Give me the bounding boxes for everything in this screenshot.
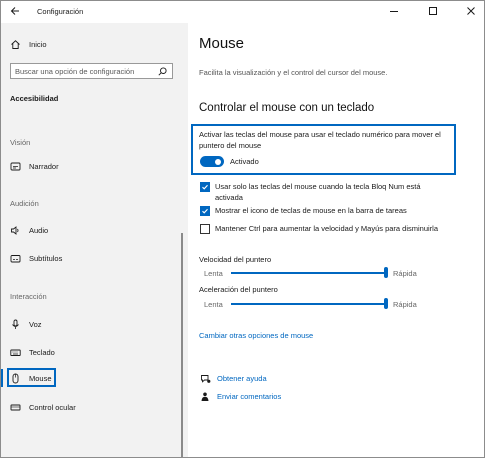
group-label-interaccion: Interacción xyxy=(10,292,47,301)
narrator-icon xyxy=(10,161,21,172)
speaker-icon xyxy=(10,225,21,236)
slider-max-label: Rápida xyxy=(393,269,417,278)
help-chat-icon xyxy=(200,373,211,384)
sidebar-item-teclado[interactable]: Teclado xyxy=(10,345,55,359)
feedback-icon xyxy=(200,391,211,402)
close-icon[interactable] xyxy=(464,4,478,18)
search-box[interactable] xyxy=(10,63,173,79)
more-mouse-options-link[interactable]: Cambiar otras opciones de mouse xyxy=(199,331,313,340)
send-feedback-link[interactable]: Enviar comentarios xyxy=(217,392,281,401)
section-heading: Controlar el mouse con un teclado xyxy=(199,102,375,114)
slider-max-label: Rápida xyxy=(393,300,417,309)
search-input[interactable] xyxy=(15,66,155,76)
check-icon xyxy=(202,184,208,190)
page-description: Facilita la visualización y el control d… xyxy=(199,68,388,77)
sidebar-item-voz[interactable]: Voz xyxy=(10,317,42,331)
slider-label-speed: Velocidad del puntero xyxy=(199,255,272,264)
acceleration-slider-track[interactable] xyxy=(231,303,386,305)
speed-slider-track[interactable] xyxy=(231,272,386,274)
page-title: Mouse xyxy=(199,35,245,52)
toggle-description: Activar las teclas del mouse para usar e… xyxy=(199,130,441,150)
mouse-icon xyxy=(10,373,21,384)
sidebar-item-narrador[interactable]: Narrador xyxy=(10,159,59,173)
group-label-audicion: Audición xyxy=(10,199,39,208)
settings-window: Configuración Inicio Accesibilidad Visió… xyxy=(0,0,485,458)
maximize-icon[interactable] xyxy=(426,4,440,18)
app-title: Configuración xyxy=(37,7,84,16)
sidebar-item-label: Teclado xyxy=(29,347,55,357)
sidebar-item-subtitulos[interactable]: Subtítulos xyxy=(10,251,62,265)
sidebar-item-audio[interactable]: Audio xyxy=(10,223,48,237)
slider-min-label: Lenta xyxy=(204,269,223,278)
checkbox-label: Usar solo las teclas del mouse cuando la… xyxy=(215,182,421,202)
microphone-icon xyxy=(10,319,21,330)
sidebar-item-label: Mouse xyxy=(29,373,52,383)
sidebar: Inicio Accesibilidad Visión Narrador Aud… xyxy=(1,23,188,457)
check-icon xyxy=(202,208,208,214)
checkbox-label: Mostrar el icono de teclas de mouse en l… xyxy=(215,206,407,215)
home-icon xyxy=(10,39,21,50)
toggle-state-label: Activado xyxy=(230,157,259,166)
eye-icon xyxy=(10,402,21,413)
slider-min-label: Lenta xyxy=(204,300,223,309)
sidebar-item-control-ocular[interactable]: Control ocular xyxy=(10,400,76,414)
toggle-knob xyxy=(215,158,221,165)
slider-label-acceleration: Aceleración del puntero xyxy=(199,285,278,294)
checkbox-label: Mantener Ctrl para aumentar la velocidad… xyxy=(215,224,439,233)
speed-slider-thumb[interactable] xyxy=(384,267,388,278)
sidebar-item-label: Control ocular xyxy=(29,402,76,412)
acceleration-slider-thumb[interactable] xyxy=(384,298,388,309)
keyboard-icon xyxy=(10,347,21,358)
sidebar-home-label: Inicio xyxy=(29,39,47,49)
selection-indicator xyxy=(1,369,3,387)
back-arrow-icon[interactable] xyxy=(9,5,21,17)
captions-icon xyxy=(10,253,21,264)
section-title: Accesibilidad xyxy=(10,94,59,103)
minimize-icon[interactable] xyxy=(387,4,401,18)
sidebar-item-label: Audio xyxy=(29,225,49,235)
sidebar-item-label: Voz xyxy=(29,319,42,329)
sidebar-item-mouse[interactable]: Mouse xyxy=(10,371,52,385)
title-bar: Configuración xyxy=(1,1,484,23)
main-content: Mouse Facilita la visualización y el con… xyxy=(188,23,484,457)
checkbox-numlock-only[interactable] xyxy=(200,182,210,192)
sidebar-item-label: Narrador xyxy=(29,161,59,171)
search-icon[interactable] xyxy=(158,67,167,76)
get-help-link[interactable]: Obtener ayuda xyxy=(217,374,267,383)
mouse-keys-toggle[interactable] xyxy=(200,156,224,167)
group-label-vision: Visión xyxy=(10,138,31,147)
sidebar-item-label: Subtítulos xyxy=(29,253,63,263)
checkbox-ctrl-speed[interactable] xyxy=(200,224,210,234)
sidebar-scrollbar[interactable] xyxy=(181,233,183,457)
sidebar-item-home[interactable]: Inicio xyxy=(10,37,47,51)
checkbox-taskbar-icon[interactable] xyxy=(200,206,210,216)
